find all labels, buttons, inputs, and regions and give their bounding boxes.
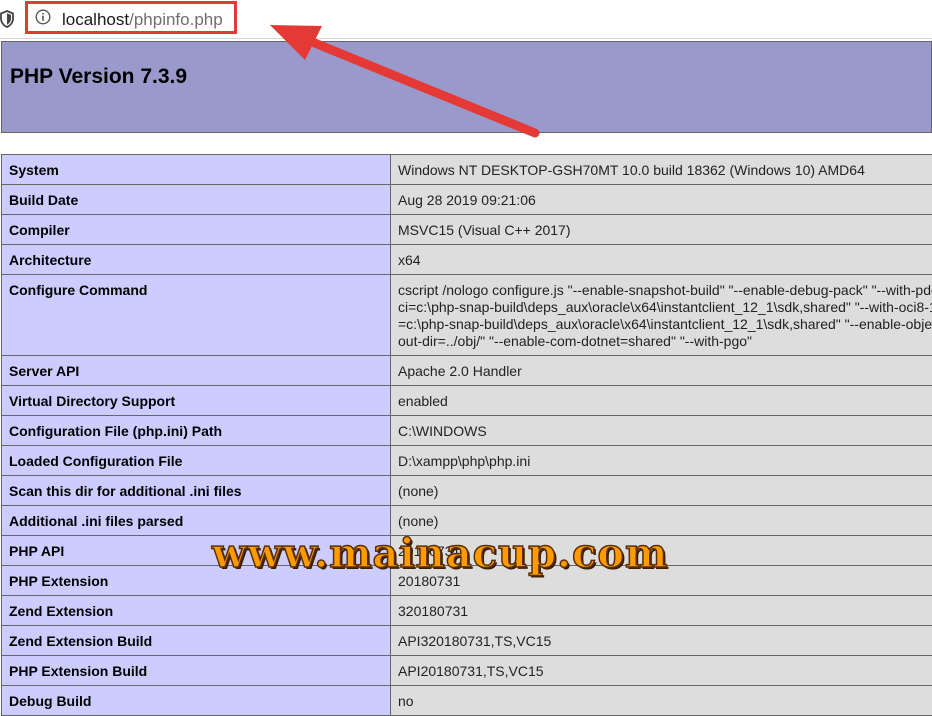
table-row: Configure Commandcscript /nologo configu… [2, 275, 932, 356]
table-row: Zend Extension320180731 [2, 596, 932, 626]
page-title: PHP Version 7.3.9 [10, 64, 187, 90]
row-value: API320180731,TS,VC15 [391, 626, 932, 656]
table-row: PHP Extension BuildAPI20180731,TS,VC15 [2, 656, 932, 686]
row-label: Server API [2, 356, 391, 386]
row-label: Architecture [2, 245, 391, 275]
row-value: MSVC15 (Visual C++ 2017) [391, 215, 932, 245]
watermark-text: www.mainacup.com [212, 530, 668, 577]
row-label: Virtual Directory Support [2, 386, 391, 416]
row-label: Zend Extension Build [2, 626, 391, 656]
table-row: CompilerMSVC15 (Visual C++ 2017) [2, 215, 932, 245]
php-info-table: SystemWindows NT DESKTOP-GSH70MT 10.0 bu… [1, 154, 932, 716]
row-value: (none) [391, 476, 932, 506]
row-label: Loaded Configuration File [2, 446, 391, 476]
row-label: Build Date [2, 185, 391, 215]
row-value: Windows NT DESKTOP-GSH70MT 10.0 build 18… [391, 155, 932, 185]
row-label: Compiler [2, 215, 391, 245]
row-label: Configure Command [2, 275, 391, 356]
table-row: Loaded Configuration FileD:\xampp\php\ph… [2, 446, 932, 476]
table-row: Server APIApache 2.0 Handler [2, 356, 932, 386]
row-label: Zend Extension [2, 596, 391, 626]
row-label: Configuration File (php.ini) Path [2, 416, 391, 446]
table-row: Virtual Directory Supportenabled [2, 386, 932, 416]
table-row: Zend Extension BuildAPI320180731,TS,VC15 [2, 626, 932, 656]
row-value: C:\WINDOWS [391, 416, 932, 446]
row-value: x64 [391, 245, 932, 275]
table-row: Configuration File (php.ini) PathC:\WIND… [2, 416, 932, 446]
url-host: localhost [62, 10, 129, 29]
table-row: Scan this dir for additional .ini files(… [2, 476, 932, 506]
shield-icon[interactable] [0, 10, 14, 28]
row-value: enabled [391, 386, 932, 416]
row-value: Aug 28 2019 09:21:06 [391, 185, 932, 215]
row-value: 320180731 [391, 596, 932, 626]
php-version-header: PHP Version 7.3.9 [1, 41, 932, 133]
row-value: Apache 2.0 Handler [391, 356, 932, 386]
table-row: Architecturex64 [2, 245, 932, 275]
table-row: SystemWindows NT DESKTOP-GSH70MT 10.0 bu… [2, 155, 932, 185]
row-value: D:\xampp\php\php.ini [391, 446, 932, 476]
url-path: /phpinfo.php [129, 10, 223, 29]
url-field[interactable]: localhost/phpinfo.php [62, 10, 223, 30]
row-value: API20180731,TS,VC15 [391, 656, 932, 686]
table-row: Build DateAug 28 2019 09:21:06 [2, 185, 932, 215]
row-label: Scan this dir for additional .ini files [2, 476, 391, 506]
row-label: PHP Extension Build [2, 656, 391, 686]
row-label: System [2, 155, 391, 185]
address-bar[interactable]: localhost/phpinfo.php [0, 0, 932, 39]
row-value: cscript /nologo configure.js "--enable-s… [391, 275, 932, 356]
